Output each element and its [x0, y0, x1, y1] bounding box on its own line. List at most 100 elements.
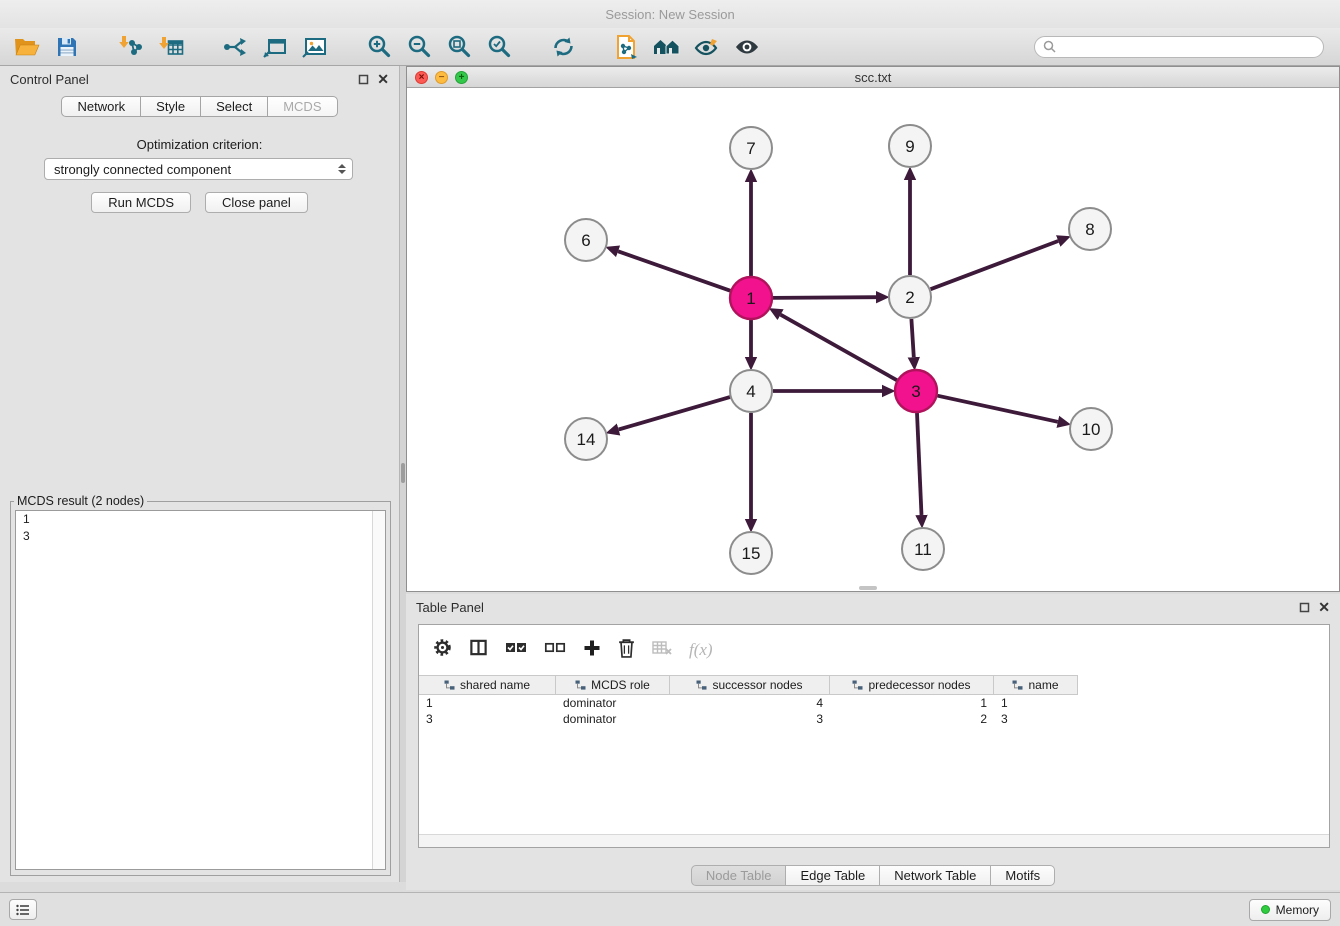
graph-edge-4-14[interactable] [619, 397, 730, 429]
table-cell[interactable]: 3 [670, 711, 830, 727]
style-preview-button[interactable] [690, 32, 724, 62]
table-cell[interactable]: dominator [556, 711, 670, 727]
graph-node-label: 10 [1082, 420, 1101, 439]
task-history-button[interactable] [9, 899, 37, 920]
graph-node-label: 11 [914, 540, 932, 559]
graph-edge-3-10[interactable] [938, 396, 1058, 422]
control-tab-mcds[interactable]: MCDS [267, 96, 337, 117]
save-session-button[interactable] [50, 32, 84, 62]
graph-edge-3-1[interactable] [781, 315, 897, 381]
column-header-MCDS-role[interactable]: MCDS role [556, 675, 670, 695]
trash-icon [618, 638, 635, 658]
control-tab-select[interactable]: Select [200, 96, 268, 117]
zoom-selected-button[interactable] [482, 32, 516, 62]
delete-column-button[interactable] [618, 638, 635, 663]
import-network-button[interactable] [114, 32, 148, 62]
table-cell[interactable]: 1 [830, 695, 994, 711]
table-toolbar: f(x) [419, 625, 1329, 675]
control-panel-title: Control Panel [10, 72, 89, 87]
network-canvas[interactable]: 7968124314101511 [407, 88, 1339, 591]
table-cell[interactable]: 1 [994, 695, 1078, 711]
new-window-icon [262, 36, 288, 58]
horizontal-scroll-handle[interactable] [859, 586, 877, 590]
run-mcds-button[interactable]: Run MCDS [91, 192, 191, 213]
zoom-out-icon [407, 34, 432, 59]
table-tab-network-table[interactable]: Network Table [879, 865, 991, 886]
graph-edge-3-11[interactable] [917, 413, 922, 515]
table-horizontal-scrollbar[interactable] [419, 834, 1329, 847]
zoom-fit-button[interactable] [442, 32, 476, 62]
search-icon [1043, 40, 1056, 53]
table-row[interactable]: 1dominator411 [419, 695, 1329, 711]
table-settings-button[interactable] [433, 638, 452, 662]
control-tab-style[interactable]: Style [140, 96, 201, 117]
table-cell[interactable]: 2 [830, 711, 994, 727]
column-header-shared-name[interactable]: shared name [419, 675, 556, 695]
apply-layout-button[interactable] [546, 32, 580, 62]
table-cell[interactable]: 3 [419, 711, 556, 727]
table-panel: Table Panel ✕ [406, 594, 1340, 890]
search-input[interactable] [1061, 40, 1315, 54]
create-column-button[interactable] [583, 639, 601, 662]
table-cell[interactable]: 3 [994, 711, 1078, 727]
table-tab-motifs[interactable]: Motifs [990, 865, 1055, 886]
float-table-panel-icon[interactable] [1299, 602, 1310, 613]
control-tab-network[interactable]: Network [61, 96, 141, 117]
table-tab-edge-table[interactable]: Edge Table [785, 865, 880, 886]
column-header-successor-nodes[interactable]: successor nodes [670, 675, 830, 695]
eye-icon [734, 38, 760, 56]
zoom-in-button[interactable] [362, 32, 396, 62]
export-image-button[interactable] [298, 32, 332, 62]
import-table-button[interactable] [154, 32, 188, 62]
table-cell[interactable]: 1 [419, 695, 556, 711]
network-window-titlebar[interactable]: × − + scc.txt [407, 67, 1339, 88]
float-panel-icon[interactable] [358, 74, 369, 85]
table-row[interactable]: 3dominator323 [419, 711, 1329, 727]
maximize-window-icon[interactable]: + [455, 71, 468, 84]
result-scrollbar[interactable] [372, 511, 385, 869]
gear-icon [433, 638, 452, 657]
houses-icon [653, 37, 681, 57]
table-body: 1dominator4113dominator323 [419, 695, 1329, 727]
select-all-columns-button[interactable] [505, 640, 527, 660]
home-button[interactable] [650, 32, 684, 62]
graph-edge-2-3[interactable] [911, 319, 913, 357]
column-header-predecessor-nodes[interactable]: predecessor nodes [830, 675, 994, 695]
control-panel-header: Control Panel ✕ [0, 66, 399, 92]
graph-edge-2-8[interactable] [931, 241, 1059, 289]
first-neighbors-button[interactable] [218, 32, 252, 62]
unselect-all-columns-button[interactable] [544, 640, 566, 660]
column-header-name[interactable]: name [994, 675, 1078, 695]
network-from-document-button[interactable] [610, 32, 644, 62]
open-session-button[interactable] [10, 32, 44, 62]
table-cell[interactable]: dominator [556, 695, 670, 711]
status-bar: Memory [0, 892, 1340, 926]
memory-button[interactable]: Memory [1249, 899, 1331, 921]
splitter-handle[interactable] [401, 463, 405, 483]
floppy-icon [56, 36, 78, 58]
close-table-panel-icon[interactable]: ✕ [1318, 602, 1330, 612]
table-tab-node-table[interactable]: Node Table [691, 865, 787, 886]
window-title: Session: New Session [605, 7, 734, 22]
close-control-panel-icon[interactable]: ✕ [377, 74, 389, 84]
criterion-dropdown[interactable]: strongly connected component [44, 158, 353, 180]
new-network-window-button[interactable] [258, 32, 292, 62]
network-graph[interactable]: 7968124314101511 [407, 88, 1339, 591]
eye-brush-icon [694, 37, 720, 57]
import-network-icon [118, 35, 144, 59]
show-hide-button[interactable] [730, 32, 764, 62]
traffic-lights: × − + [415, 71, 468, 84]
mcds-result-list: 13 [15, 510, 386, 870]
show-columns-button[interactable] [469, 638, 488, 662]
delete-table-icon [652, 640, 672, 656]
close-panel-button[interactable]: Close panel [205, 192, 308, 213]
window-titlebar: Session: New Session [0, 0, 1340, 28]
search-box[interactable] [1034, 36, 1324, 58]
node-table-box: f(x) shared nameMCDS rolesuccessor nodes… [418, 624, 1330, 848]
close-window-icon[interactable]: × [415, 71, 428, 84]
graph-edge-1-2[interactable] [773, 297, 876, 298]
table-cell[interactable]: 4 [670, 695, 830, 711]
zoom-out-button[interactable] [402, 32, 436, 62]
graph-edge-1-6[interactable] [618, 251, 730, 290]
minimize-window-icon[interactable]: − [435, 71, 448, 84]
